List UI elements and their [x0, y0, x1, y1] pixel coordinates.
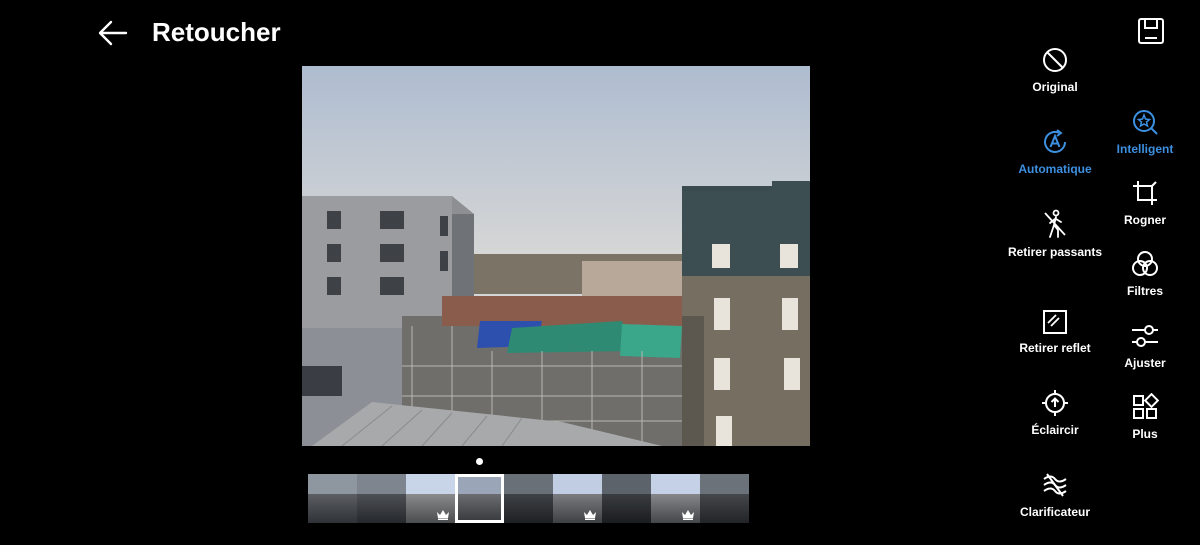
thumbnail-3[interactable] [406, 474, 455, 523]
tool-plus[interactable]: Plus [1095, 393, 1195, 441]
tool-retirer-passants[interactable]: Retirer passants [1005, 209, 1105, 259]
tool-retirer-passants-label: Retirer passants [1007, 245, 1103, 259]
thumbnail-8[interactable] [651, 474, 700, 523]
tool-retirer-reflet[interactable]: Retirer reflet [1005, 309, 1105, 355]
thumbnail-9[interactable] [700, 474, 749, 523]
tool-eclaircir[interactable]: Éclaircir [1005, 389, 1105, 437]
more-icon [1133, 393, 1159, 419]
photo-preview[interactable] [302, 66, 810, 446]
tool-ajuster-label: Ajuster [1124, 356, 1166, 370]
tool-eclaircir-label: Éclaircir [1031, 423, 1079, 437]
filters-icon [1132, 251, 1158, 276]
crop-icon [1133, 181, 1157, 205]
tool-automatique[interactable]: Automatique [1005, 128, 1105, 176]
tool-rogner-label: Rogner [1124, 213, 1166, 227]
thumbnail-2[interactable] [357, 474, 406, 523]
remove-reflection-icon [1043, 310, 1067, 334]
thumbnail-4[interactable] [455, 474, 504, 523]
auto-icon [1044, 129, 1066, 153]
tool-clarificateur-label: Clarificateur [1019, 505, 1091, 519]
thumbnail-6[interactable] [553, 474, 602, 523]
tool-original[interactable]: Original [1005, 46, 1105, 94]
thumbnail-5[interactable] [504, 474, 553, 523]
tool-intelligent-label: Intelligent [1116, 142, 1174, 156]
tool-automatique-label: Automatique [1018, 162, 1092, 176]
smart-icon [1133, 110, 1158, 135]
remove-passersby-icon [1044, 209, 1066, 238]
premium-crown-icon [584, 510, 596, 520]
page-title: Retoucher [152, 17, 281, 47]
thumbnail-1[interactable] [308, 474, 357, 523]
premium-crown-icon [682, 510, 694, 520]
save-icon[interactable] [1136, 16, 1166, 46]
original-icon [1043, 48, 1067, 72]
clarifier-icon [1043, 473, 1067, 497]
tool-rogner[interactable]: Rogner [1095, 179, 1195, 227]
tool-intelligent[interactable]: Intelligent [1095, 108, 1195, 156]
thumbnail-strip[interactable] [308, 474, 749, 523]
tool-filtres-label: Filtres [1126, 284, 1163, 298]
brighten-icon [1042, 390, 1068, 416]
premium-crown-icon [437, 510, 449, 520]
tool-retirer-reflet-label: Retirer reflet [1019, 341, 1091, 355]
tool-clarificateur[interactable]: Clarificateur [1005, 471, 1105, 519]
back-arrow-icon[interactable] [96, 16, 130, 50]
tool-plus-label: Plus [1132, 427, 1158, 441]
adjust-icon [1132, 325, 1158, 347]
tool-ajuster[interactable]: Ajuster [1095, 322, 1195, 370]
tool-filtres[interactable]: Filtres [1095, 250, 1195, 298]
page-indicator-dot [476, 458, 483, 465]
tool-original-label: Original [1032, 80, 1078, 94]
thumbnail-7[interactable] [602, 474, 651, 523]
